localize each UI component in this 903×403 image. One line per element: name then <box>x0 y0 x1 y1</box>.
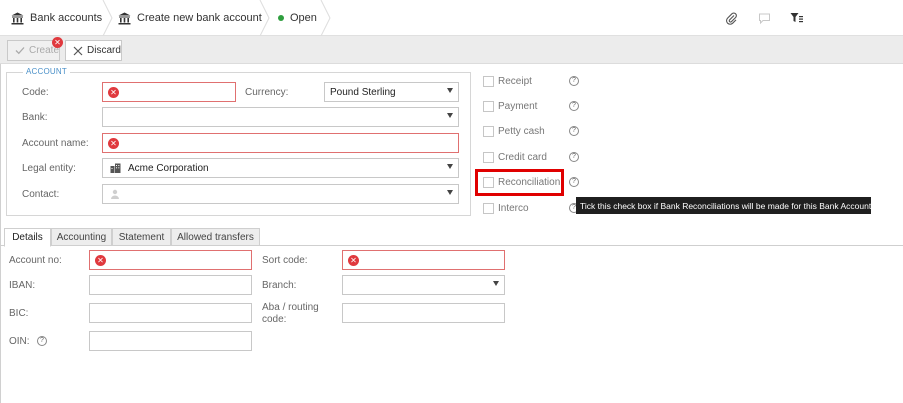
status-open: Open <box>278 0 317 36</box>
reconciliation-highlight <box>475 169 564 196</box>
receipt-checkbox[interactable] <box>483 75 494 87</box>
breadcrumb-separator <box>102 0 113 36</box>
help-icon[interactable]: ? <box>569 76 579 86</box>
tab-allowed-transfers[interactable]: Allowed transfers <box>171 228 260 246</box>
bank-icon <box>117 11 131 25</box>
petty-cash-checkbox-row[interactable]: Petty cash <box>483 123 545 139</box>
currency-value: Pound Sterling <box>330 86 396 98</box>
tab-accounting[interactable]: Accounting <box>51 228 112 246</box>
discard-label: Discard <box>87 45 121 56</box>
account-group-title: ACCOUNT <box>23 67 70 76</box>
iban-label: IBAN: <box>9 280 36 291</box>
bank-select[interactable] <box>102 107 459 127</box>
action-bar: Create ✕ Discard <box>0 36 903 64</box>
petty-cash-checkbox[interactable] <box>483 125 494 137</box>
person-icon <box>110 189 120 199</box>
filter-icon[interactable] <box>790 11 804 25</box>
aba-routing-field[interactable] <box>342 303 505 323</box>
paperclip-icon[interactable] <box>724 11 738 25</box>
petty-cash-label: Petty cash <box>498 125 545 137</box>
help-icon[interactable]: ? <box>569 177 579 187</box>
bic-field[interactable] <box>89 303 252 323</box>
code-field[interactable]: ✕ <box>102 82 236 102</box>
error-icon: ✕ <box>348 254 359 266</box>
status-dot-icon <box>278 15 284 21</box>
bank-label: Bank: <box>22 112 48 123</box>
credit-card-label: Credit card <box>498 151 547 163</box>
bic-label: BIC: <box>9 308 29 319</box>
breadcrumb-separator <box>259 0 270 36</box>
code-label: Code: <box>22 87 49 98</box>
legal-entity-value: Acme Corporation <box>128 162 209 174</box>
currency-label: Currency: <box>245 87 289 98</box>
tab-statement[interactable]: Statement <box>112 228 171 246</box>
check-icon <box>15 46 25 55</box>
sort-code-field[interactable]: ✕ <box>342 250 505 270</box>
reconciliation-tooltip: Tick this check box if Bank Reconciliati… <box>576 197 871 214</box>
interco-checkbox-row[interactable]: Interco <box>483 200 529 216</box>
tab-details[interactable]: Details <box>4 228 51 247</box>
caret-down-icon <box>447 113 453 118</box>
breadcrumb-label: Bank accounts <box>30 12 103 24</box>
caret-down-icon <box>447 190 453 195</box>
currency-select[interactable]: Pound Sterling <box>324 82 459 102</box>
payment-checkbox[interactable] <box>483 100 494 112</box>
account-name-label: Account name: <box>22 138 89 149</box>
oin-field[interactable] <box>89 331 252 351</box>
building-icon <box>110 163 121 173</box>
left-border <box>0 64 1 403</box>
close-icon <box>73 46 83 56</box>
breadcrumb-bank-accounts[interactable]: Bank accounts <box>10 0 102 36</box>
iban-field[interactable] <box>89 275 252 295</box>
receipt-checkbox-row[interactable]: Receipt <box>483 73 532 89</box>
help-icon[interactable]: ? <box>37 336 47 346</box>
error-icon: ✕ <box>108 137 119 149</box>
error-icon: ✕ <box>95 254 106 266</box>
comment-icon[interactable] <box>757 11 771 25</box>
oin-label: OIN: <box>9 336 30 347</box>
payment-checkbox-row[interactable]: Payment <box>483 98 537 114</box>
error-icon: ✕ <box>108 86 119 98</box>
payment-label: Payment <box>498 100 538 112</box>
help-icon[interactable]: ? <box>569 126 579 136</box>
account-no-field[interactable]: ✕ <box>89 250 252 270</box>
branch-select[interactable] <box>342 275 505 295</box>
account-no-label: Account no: <box>9 255 62 266</box>
contact-select[interactable] <box>102 184 459 204</box>
aba-routing-label-line1: Aba / routing <box>262 302 319 313</box>
credit-card-checkbox-row[interactable]: Credit card <box>483 149 547 165</box>
discard-button[interactable]: Discard <box>65 40 122 61</box>
legal-entity-label: Legal entity: <box>22 163 76 174</box>
receipt-label: Receipt <box>498 75 532 87</box>
breadcrumb-label: Create new bank account <box>137 12 262 24</box>
breadcrumb-create-new-bank-account[interactable]: Create new bank account <box>117 0 262 36</box>
branch-label: Branch: <box>262 280 297 291</box>
contact-label: Contact: <box>22 189 60 200</box>
help-icon[interactable]: ? <box>569 152 579 162</box>
sort-code-label: Sort code: <box>262 255 308 266</box>
caret-down-icon <box>447 164 453 169</box>
status-label: Open <box>290 12 317 24</box>
credit-card-checkbox[interactable] <box>483 151 494 163</box>
bank-icon <box>10 11 24 25</box>
help-icon[interactable]: ? <box>569 101 579 111</box>
breadcrumb-separator <box>320 0 331 36</box>
interco-checkbox[interactable] <box>483 202 494 214</box>
aba-routing-label-line2: code: <box>262 314 287 325</box>
breadcrumb: Bank accounts Create new bank account Op… <box>0 0 903 36</box>
interco-label: Interco <box>498 202 529 214</box>
account-name-field[interactable]: ✕ <box>102 133 459 153</box>
legal-entity-select[interactable]: Acme Corporation <box>102 158 459 178</box>
error-icon: ✕ <box>52 37 63 48</box>
caret-down-icon <box>493 281 499 286</box>
caret-down-icon <box>447 88 453 93</box>
